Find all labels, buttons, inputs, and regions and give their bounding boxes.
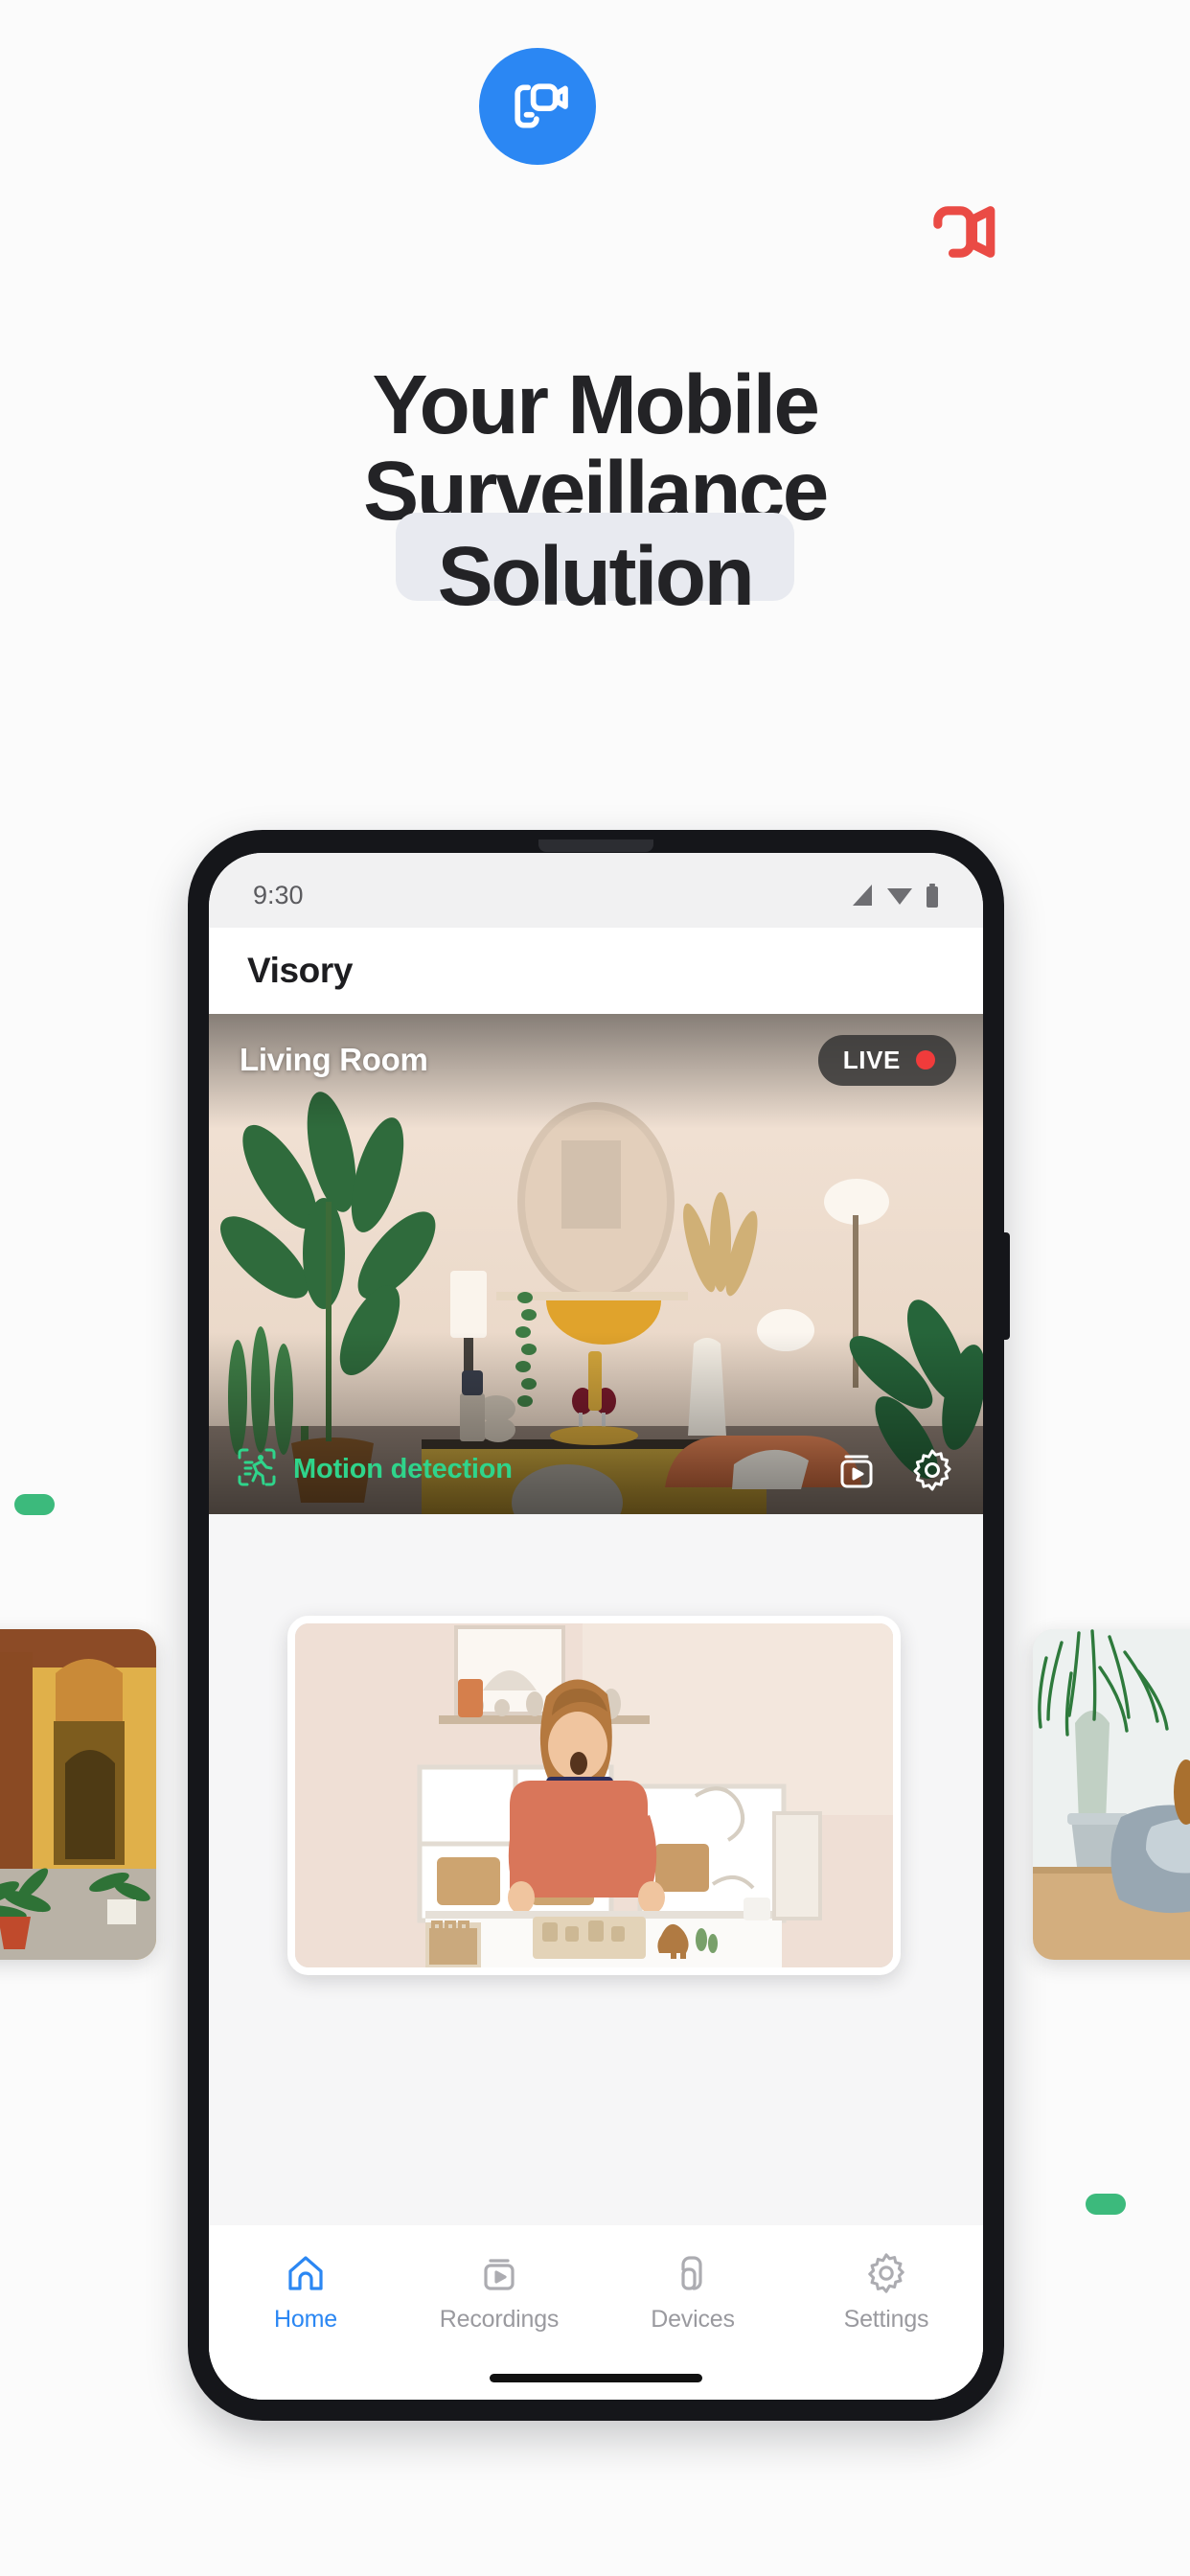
headline-line-3: Solution bbox=[437, 530, 755, 624]
playroom-thumbnail[interactable] bbox=[287, 1616, 901, 1975]
motion-detection-icon bbox=[236, 1446, 278, 1493]
green-pill-right bbox=[1086, 2194, 1126, 2215]
courtyard-thumbnail[interactable] bbox=[0, 1629, 156, 1960]
live-camera-feed[interactable]: Living Room LIVE Motion detection bbox=[209, 1014, 983, 1514]
wifi-icon bbox=[886, 884, 913, 907]
feed-header: Living Room LIVE bbox=[209, 1014, 983, 1106]
camera-name-label: Living Room bbox=[240, 1042, 428, 1077]
nav-label-home: Home bbox=[274, 2306, 337, 2333]
nav-item-home[interactable]: Home bbox=[209, 2252, 402, 2334]
battery-icon bbox=[926, 883, 939, 908]
app-title: Visory bbox=[247, 951, 354, 990]
recordings-icon bbox=[478, 2252, 520, 2294]
page-title: Your Mobile Surveillance Solution bbox=[0, 362, 1190, 620]
settings-gear-icon[interactable] bbox=[910, 1448, 954, 1492]
nav-item-recordings[interactable]: Recordings bbox=[402, 2252, 596, 2334]
signal-icon bbox=[849, 884, 874, 907]
settings-gear-icon bbox=[865, 2252, 907, 2294]
video-camera-chat-logo-icon bbox=[504, 73, 571, 140]
headline-highlight: Solution bbox=[395, 513, 795, 620]
live-recording-dot-icon bbox=[916, 1050, 935, 1070]
home-icon bbox=[285, 2252, 327, 2294]
nav-label-recordings: Recordings bbox=[439, 2306, 560, 2333]
status-bar: 9:30 bbox=[209, 853, 983, 928]
recordings-icon[interactable] bbox=[835, 1449, 878, 1491]
feed-controls: Motion detection bbox=[209, 1446, 983, 1493]
nav-item-settings[interactable]: Settings bbox=[790, 2252, 983, 2334]
feed-action-buttons bbox=[835, 1448, 954, 1492]
bottom-navigation-bar: Home Recordings Devices Settings bbox=[209, 2225, 983, 2400]
video-camera-accent-icon bbox=[925, 199, 1001, 264]
headline-line-1: Your Mobile bbox=[372, 358, 820, 451]
motion-detection-label: Motion detection bbox=[293, 1454, 513, 1484]
camera-thumbnail-carousel bbox=[0, 1616, 1190, 1980]
green-pill-left bbox=[14, 1494, 55, 1515]
nav-item-devices[interactable]: Devices bbox=[596, 2252, 790, 2334]
nav-label-devices: Devices bbox=[651, 2306, 735, 2333]
live-badge-label: LIVE bbox=[842, 1045, 901, 1074]
status-bar-time: 9:30 bbox=[253, 880, 304, 909]
phone-side-button[interactable] bbox=[1003, 1232, 1010, 1340]
motion-detection-indicator: Motion detection bbox=[236, 1446, 513, 1493]
status-bar-icons bbox=[849, 883, 939, 908]
status-badge: LIVE bbox=[817, 1034, 956, 1086]
phone-speaker-notch bbox=[538, 840, 653, 852]
devices-icon bbox=[672, 2252, 714, 2294]
dog-beanbag-thumbnail[interactable] bbox=[1033, 1629, 1190, 1960]
app-bar: Visory bbox=[209, 928, 983, 1014]
nav-label-settings: Settings bbox=[843, 2306, 929, 2333]
brand-logo bbox=[479, 48, 596, 165]
promo-screenshot-page: Your Mobile Surveillance Solution 9:30 V… bbox=[0, 0, 1190, 2576]
home-indicator bbox=[490, 2374, 702, 2382]
